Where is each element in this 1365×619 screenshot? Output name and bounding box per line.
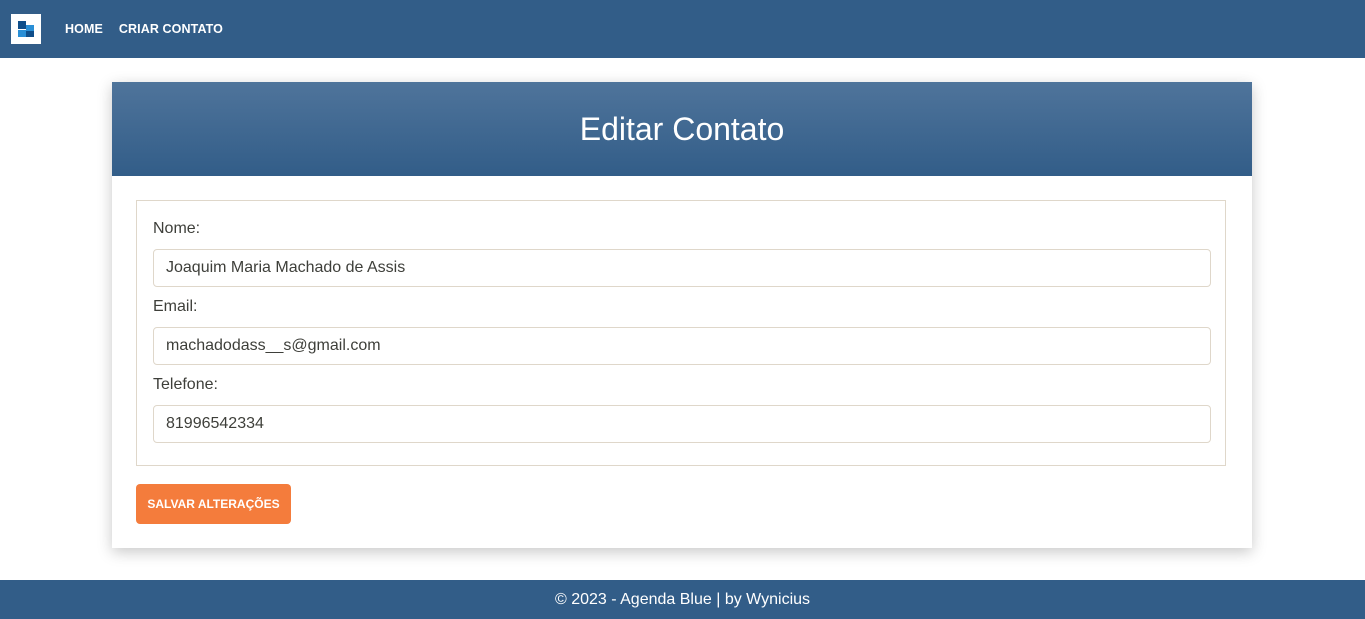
email-label: Email:: [153, 298, 198, 315]
app-logo-icon[interactable]: [11, 14, 41, 44]
card-header: Editar Contato: [112, 82, 1252, 176]
page-footer: © 2023 - Agenda Blue | by Wynicius: [0, 580, 1365, 619]
nav-home-link[interactable]: HOME: [65, 22, 103, 36]
edit-contact-card: Editar Contato Nome: Email: Telefone: SA…: [112, 82, 1252, 548]
contact-form-fieldset: Nome: Email: Telefone:: [136, 200, 1226, 466]
phone-input[interactable]: [153, 405, 1211, 443]
email-input[interactable]: [153, 327, 1211, 365]
phone-label: Telefone:: [153, 376, 218, 393]
nav-create-contact-link[interactable]: CRIAR CONTATO: [119, 22, 223, 36]
page-title: Editar Contato: [579, 110, 785, 147]
name-label: Nome:: [153, 220, 201, 237]
footer-text: © 2023 - Agenda Blue | by Wynicius: [554, 590, 811, 608]
name-input[interactable]: [153, 249, 1211, 287]
top-navbar: HOME CRIAR CONTATO: [0, 0, 1365, 58]
app-logo-icon-graphic: [18, 21, 34, 37]
save-changes-button[interactable]: SALVAR ALTERAÇÕES: [136, 484, 291, 524]
